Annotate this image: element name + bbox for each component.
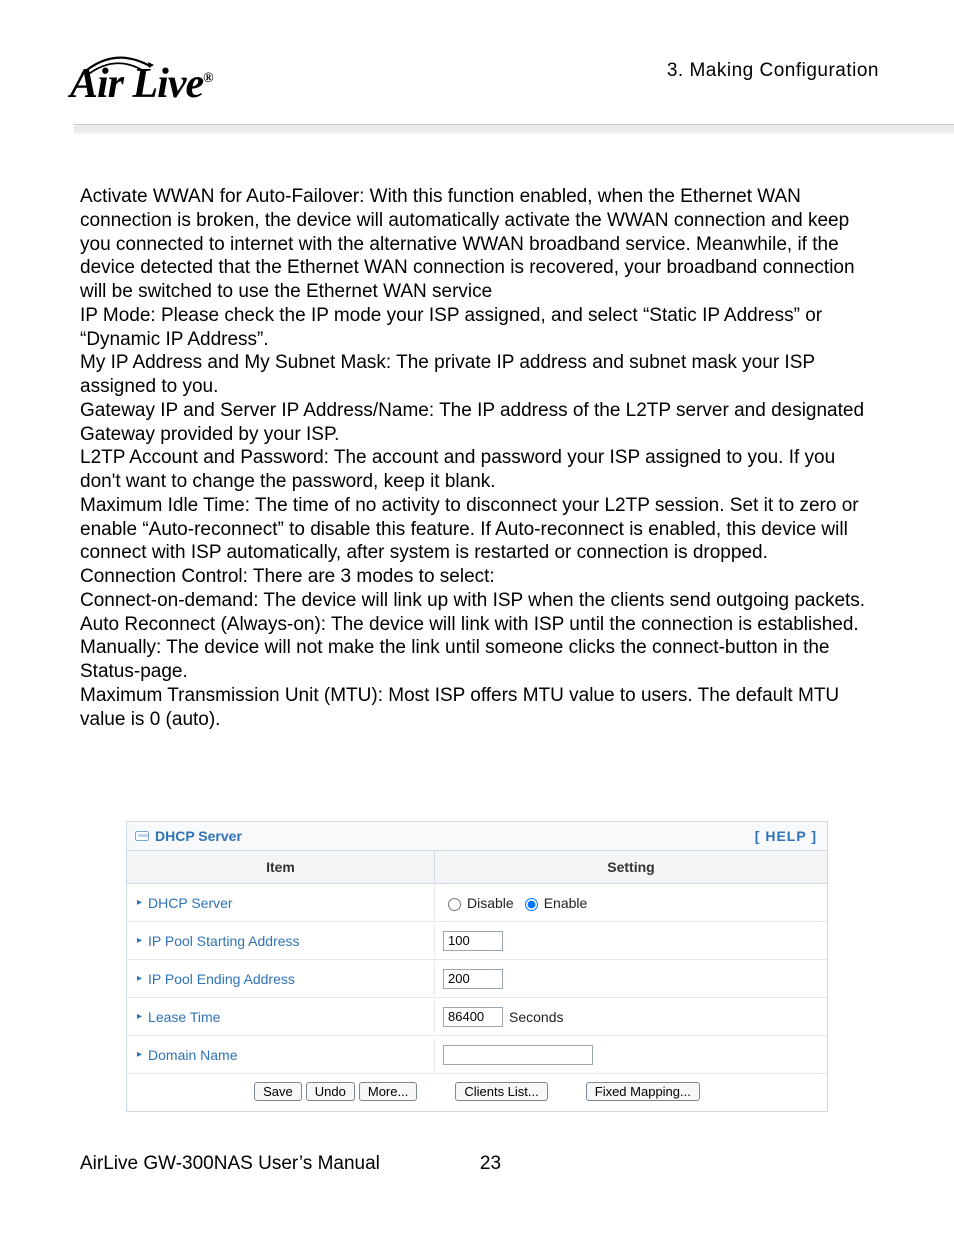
- help-link[interactable]: [ HELP ]: [755, 828, 817, 844]
- caret-icon: ▸: [137, 1049, 142, 1060]
- button-bar: Save Undo More... Clients List... Fixed …: [127, 1074, 827, 1111]
- columns-header: Item Setting: [127, 851, 827, 884]
- row-ip-end: ▸ IP Pool Ending Address: [127, 960, 827, 998]
- radio-enable-label[interactable]: Enable: [520, 895, 588, 911]
- manual-title: AirLive GW-300NAS User’s Manual: [80, 1153, 380, 1175]
- column-item-header: Item: [127, 851, 435, 883]
- row-lease-time: ▸ Lease Time Seconds: [127, 998, 827, 1036]
- save-button[interactable]: Save: [254, 1082, 302, 1101]
- panel-title: DHCP Server: [155, 828, 242, 844]
- column-setting-header: Setting: [435, 851, 827, 883]
- page-number: 23: [480, 1153, 501, 1175]
- caret-icon: ▸: [137, 1011, 142, 1022]
- row-ip-start: ▸ IP Pool Starting Address: [127, 922, 827, 960]
- radio-disable[interactable]: [448, 898, 461, 911]
- caret-icon: ▸: [137, 973, 142, 984]
- row-label: ▸ DHCP Server: [127, 887, 435, 919]
- panel-title-wrap: DHCP Server: [135, 828, 242, 844]
- row-value: [435, 926, 827, 956]
- domain-name-input[interactable]: [443, 1045, 593, 1065]
- fixed-mapping-button[interactable]: Fixed Mapping...: [586, 1082, 700, 1101]
- row-label: ▸ Domain Name: [127, 1039, 435, 1071]
- undo-button[interactable]: Undo: [306, 1082, 355, 1101]
- ip-end-input[interactable]: [443, 969, 503, 989]
- row-label: ▸ IP Pool Ending Address: [127, 963, 435, 995]
- panel-icon: [135, 831, 149, 841]
- caret-icon: ▸: [137, 935, 142, 946]
- row-label: ▸ Lease Time: [127, 1001, 435, 1033]
- lease-time-unit: Seconds: [509, 1009, 563, 1025]
- dhcp-server-panel: DHCP Server [ HELP ] Item Setting ▸ DHCP…: [126, 821, 828, 1112]
- page-footer: AirLive GW-300NAS User’s Manual 23: [80, 1153, 501, 1175]
- chapter-title: 3. Making Configuration: [667, 60, 879, 82]
- page-header: 3. Making Configuration Air Live®: [0, 0, 954, 135]
- caret-icon: ▸: [137, 897, 142, 908]
- ip-start-input[interactable]: [443, 931, 503, 951]
- lease-time-input[interactable]: [443, 1007, 503, 1027]
- panel-header: DHCP Server [ HELP ]: [127, 822, 827, 851]
- row-value: [435, 964, 827, 994]
- row-value: Seconds: [435, 1002, 827, 1032]
- clients-list-button[interactable]: Clients List...: [455, 1082, 547, 1101]
- logo-swoosh-icon: [78, 54, 158, 78]
- row-domain-name: ▸ Domain Name: [127, 1036, 827, 1074]
- radio-enable[interactable]: [525, 898, 538, 911]
- row-value: [435, 1040, 827, 1070]
- header-divider: [74, 124, 954, 134]
- radio-disable-label[interactable]: Disable: [443, 895, 514, 911]
- row-value: Disable Enable: [435, 890, 827, 916]
- body-paragraphs: Activate WWAN for Auto-Failover: With th…: [80, 185, 879, 731]
- row-dhcp-server: ▸ DHCP Server Disable Enable: [127, 884, 827, 922]
- brand-logo: Air Live®: [70, 60, 213, 108]
- more-button[interactable]: More...: [359, 1082, 417, 1101]
- row-label: ▸ IP Pool Starting Address: [127, 925, 435, 957]
